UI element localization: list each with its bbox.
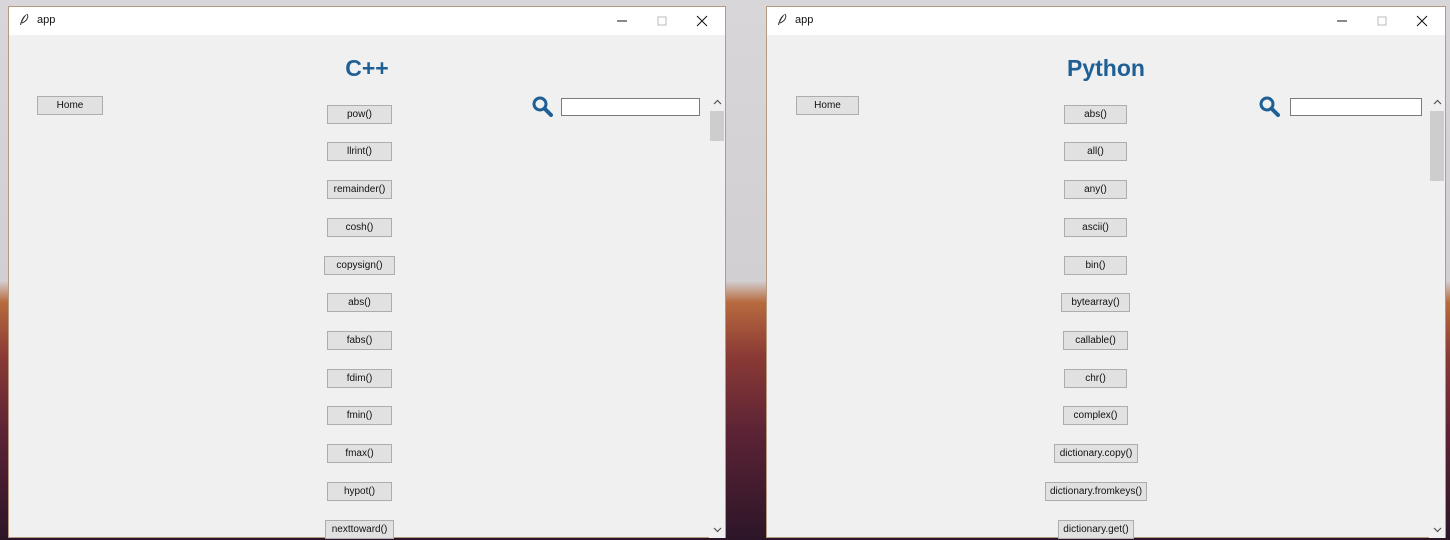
function-button[interactable]: any()	[1064, 180, 1127, 199]
title-bar[interactable]: app	[9, 7, 725, 35]
page-title: Python	[1067, 55, 1145, 81]
scrollbar-thumb[interactable]	[710, 111, 724, 141]
minimize-button[interactable]	[1325, 7, 1359, 35]
close-button[interactable]	[685, 7, 719, 35]
scrollbar-thumb[interactable]	[1430, 111, 1444, 181]
function-button[interactable]: llrint()	[327, 142, 392, 161]
function-button[interactable]: all()	[1064, 142, 1127, 161]
window-title: app	[795, 14, 814, 26]
scroll-down-button[interactable]	[709, 522, 725, 538]
function-button[interactable]: fmin()	[327, 406, 392, 425]
window-title: app	[37, 14, 56, 26]
scroll-down-button[interactable]	[1429, 522, 1445, 538]
function-button[interactable]: fabs()	[327, 331, 392, 350]
function-button[interactable]: fdim()	[327, 369, 392, 388]
search-input[interactable]	[561, 98, 700, 116]
search-input[interactable]	[1290, 98, 1422, 116]
function-button[interactable]: copysign()	[324, 256, 395, 275]
chevron-down-icon	[1433, 527, 1441, 533]
function-button[interactable]: dictionary.copy()	[1054, 444, 1138, 463]
function-button[interactable]: complex()	[1063, 406, 1128, 425]
function-button[interactable]: pow()	[327, 105, 392, 124]
search-icon[interactable]	[1258, 95, 1280, 117]
maximize-icon	[657, 16, 667, 26]
function-button[interactable]: hypot()	[327, 482, 392, 501]
function-button[interactable]: ascii()	[1064, 218, 1127, 237]
scroll-up-button[interactable]	[1429, 94, 1445, 110]
app-window-cpp: app C++ Home pow() llrint() remainder() …	[8, 6, 726, 539]
window-content: C++ Home pow() llrint() remainder() cosh…	[9, 35, 725, 539]
function-button[interactable]: chr()	[1064, 369, 1127, 388]
chevron-down-icon	[713, 527, 721, 533]
function-button[interactable]: bin()	[1064, 256, 1127, 275]
page-title: C++	[345, 55, 389, 81]
vertical-scrollbar[interactable]	[709, 94, 725, 538]
maximize-button[interactable]	[645, 7, 679, 35]
scroll-up-button[interactable]	[709, 94, 725, 110]
home-button[interactable]: Home	[796, 96, 859, 115]
function-button[interactable]: fmax()	[327, 444, 392, 463]
feather-icon	[20, 13, 29, 25]
function-button[interactable]: dictionary.get()	[1058, 520, 1134, 539]
window-content: Python Home abs() all() any() ascii() bi…	[767, 35, 1445, 539]
minimize-button[interactable]	[605, 7, 639, 35]
function-button[interactable]: remainder()	[327, 180, 392, 199]
search-icon[interactable]	[531, 95, 553, 117]
vertical-scrollbar[interactable]	[1429, 94, 1445, 538]
function-button[interactable]: nexttoward()	[325, 520, 394, 539]
close-button[interactable]	[1405, 7, 1439, 35]
close-icon	[696, 15, 708, 27]
close-icon	[1416, 15, 1428, 27]
minimize-icon	[1337, 20, 1347, 22]
function-button[interactable]: dictionary.fromkeys()	[1045, 482, 1147, 501]
function-button[interactable]: cosh()	[327, 218, 392, 237]
maximize-button[interactable]	[1365, 7, 1399, 35]
function-button[interactable]: abs()	[1064, 105, 1127, 124]
minimize-icon	[617, 20, 627, 22]
function-button[interactable]: abs()	[327, 293, 392, 312]
feather-icon	[778, 13, 787, 25]
function-button[interactable]: callable()	[1063, 331, 1128, 350]
function-button[interactable]: bytearray()	[1061, 293, 1130, 312]
app-window-python: app Python Home abs() all() any() ascii(…	[766, 6, 1446, 539]
chevron-up-icon	[1433, 99, 1441, 105]
home-button[interactable]: Home	[37, 96, 103, 115]
title-bar[interactable]: app	[767, 7, 1445, 35]
chevron-up-icon	[713, 99, 721, 105]
maximize-icon	[1377, 16, 1387, 26]
